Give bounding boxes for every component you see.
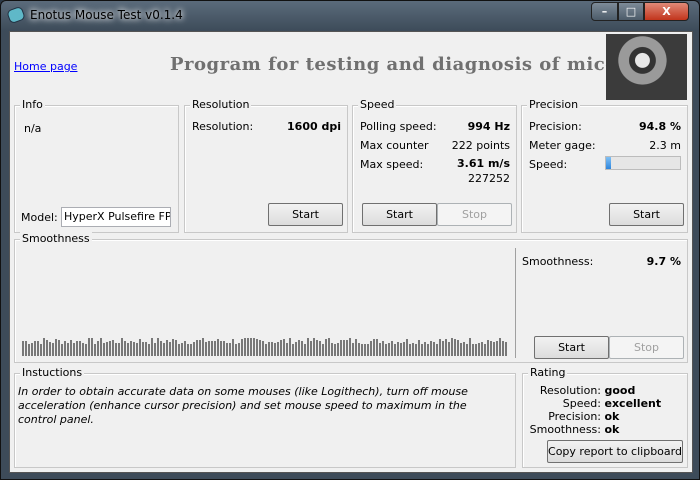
- copy-report-button[interactable]: Copy report to clipboard: [547, 440, 683, 463]
- info-group: Info n/a Model: HyperX Pulsefire FPS: [14, 98, 179, 233]
- instructions-group: Instuctions In order to obtain accurate …: [14, 366, 516, 468]
- model-label: Model:: [21, 211, 58, 224]
- polling-value: 994 Hz: [467, 120, 510, 133]
- precision-label: Precision:: [529, 120, 582, 133]
- polling-label: Polling speed:: [360, 120, 437, 133]
- rating-label: Speed:: [562, 397, 601, 410]
- smoothness-start-button[interactable]: Start: [534, 336, 609, 359]
- resolution-start-button[interactable]: Start: [268, 203, 343, 226]
- meter-gage-value: 2.3 m: [649, 139, 681, 152]
- raccoon-logo-image: [606, 34, 687, 100]
- rating-legend: Rating: [528, 366, 568, 379]
- rating-value: ok: [604, 423, 620, 436]
- rating-row-resolution: Resolution: good: [523, 384, 689, 397]
- speed-legend: Speed: [358, 98, 397, 111]
- resolution-value: 1600 dpi: [287, 120, 341, 133]
- window-title: Enotus Mouse Test v0.1.4: [30, 8, 183, 22]
- precision-group: Precision Precision: 94.8 % Meter gage: …: [521, 98, 688, 233]
- precision-legend: Precision: [527, 98, 581, 111]
- rating-value: good: [604, 384, 636, 397]
- rating-row-smoothness: Smoothness: ok: [523, 423, 689, 436]
- instructions-text: In order to obtain accurate data on some…: [18, 385, 468, 426]
- resolution-label: Resolution:: [192, 120, 254, 133]
- instructions-legend: Instuctions: [20, 366, 85, 379]
- smoothness-legend: Smoothness: [20, 232, 92, 245]
- rating-label: Smoothness:: [529, 423, 601, 436]
- client-area: Home page Program for testing and diagno…: [9, 31, 693, 473]
- resolution-legend: Resolution: [190, 98, 252, 111]
- smoothness-group: Smoothness Smoothness: 9.7 % Start Stop: [14, 232, 688, 363]
- title-bar[interactable]: Enotus Mouse Test v0.1.4 – □ X: [1, 1, 699, 31]
- maximize-button[interactable]: □: [618, 2, 644, 21]
- max-counter-label: Max counter: [360, 139, 429, 152]
- precision-speed-label: Speed:: [529, 158, 568, 171]
- max-speed-value: 3.61 m/s: [457, 157, 510, 170]
- precision-value: 94.8 %: [639, 120, 681, 133]
- speed-group: Speed Polling speed: 994 Hz Max counter …: [352, 98, 517, 233]
- model-input[interactable]: HyperX Pulsefire FPS: [61, 207, 171, 227]
- close-button[interactable]: X: [644, 2, 689, 21]
- max-counter-value: 222 points: [451, 139, 510, 152]
- info-status: n/a: [24, 122, 42, 135]
- smoothness-value: 9.7 %: [646, 255, 681, 268]
- rating-label: Resolution:: [539, 384, 601, 397]
- rating-label: Precision:: [548, 410, 601, 423]
- rating-value: ok: [604, 410, 620, 423]
- smoothness-graph: [22, 338, 507, 356]
- minimize-button[interactable]: –: [591, 2, 618, 21]
- meter-gage-label: Meter gage:: [529, 139, 596, 152]
- max-speed-raw: 227252: [468, 172, 510, 185]
- speed-start-button[interactable]: Start: [362, 203, 437, 226]
- progress-fill: [606, 157, 612, 169]
- rating-value: excellent: [604, 397, 662, 410]
- precision-speed-progressbar: [605, 156, 681, 170]
- rating-row-speed: Speed: excellent: [523, 397, 689, 410]
- banner-title: Program for testing and diagnosis of mic…: [170, 54, 618, 75]
- rating-group: Rating Resolution: good Speed: excellent…: [522, 366, 689, 468]
- resolution-group: Resolution Resolution: 1600 dpi Start: [184, 98, 348, 233]
- speed-stop-button[interactable]: Stop: [437, 203, 512, 226]
- info-legend: Info: [20, 98, 45, 111]
- smoothness-stop-button[interactable]: Stop: [609, 336, 684, 359]
- mouse-app-icon: [6, 5, 26, 25]
- home-page-link[interactable]: Home page: [14, 60, 77, 73]
- app-window: Enotus Mouse Test v0.1.4 – □ X Home page…: [0, 0, 700, 480]
- max-speed-label: Max speed:: [360, 158, 424, 171]
- smoothness-label: Smoothness:: [522, 255, 594, 268]
- rating-row-precision: Precision: ok: [523, 410, 689, 423]
- precision-start-button[interactable]: Start: [609, 203, 684, 226]
- divider: [515, 248, 516, 358]
